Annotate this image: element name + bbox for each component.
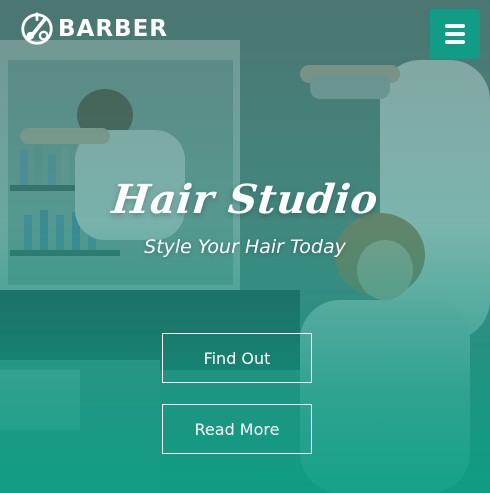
read-more-button[interactable]: Read More — [162, 404, 312, 454]
barber-scissors-icon — [21, 12, 53, 45]
menu-toggle-button[interactable] — [430, 9, 480, 59]
site-header: BARBER — [0, 0, 490, 70]
find-out-button[interactable]: Find Out — [162, 333, 312, 383]
hamburger-menu-icon — [445, 24, 465, 44]
hero-subtitle: Style Your Hair Today — [144, 236, 346, 258]
brand-logo[interactable]: BARBER — [18, 10, 168, 48]
hero-title: Hair Studio — [109, 176, 381, 223]
brand-name: BARBER — [58, 16, 168, 42]
hero-section: BARBER Hair Studio Style Your Hair Today… — [0, 0, 490, 493]
